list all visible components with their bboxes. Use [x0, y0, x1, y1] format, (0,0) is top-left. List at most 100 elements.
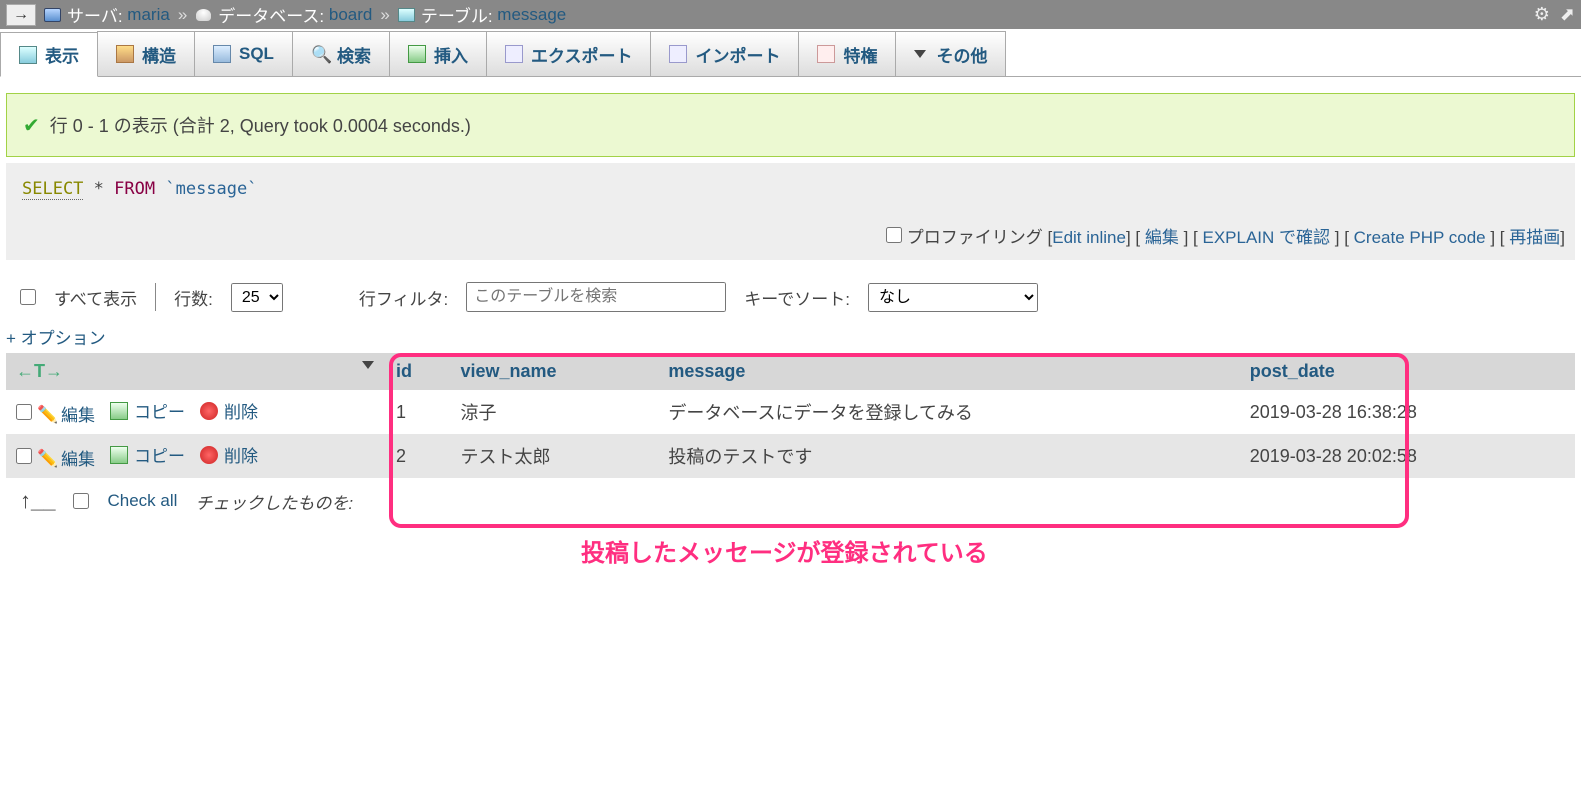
sql-star: *	[94, 179, 104, 199]
edit-inline-link[interactable]: Edit inline	[1052, 228, 1126, 247]
sql-action-bar: プロファイリング [Edit inline] [ 編集 ] [ EXPLAIN …	[6, 215, 1575, 260]
filter-input[interactable]	[466, 282, 726, 312]
rows-label: 行数:	[174, 285, 213, 310]
copy-row-link[interactable]: コピー	[110, 442, 185, 467]
close-icon[interactable]: ⬈	[1560, 4, 1575, 25]
delete-row-link[interactable]: 削除	[200, 442, 258, 467]
database-icon	[195, 8, 212, 22]
tab-label: その他	[936, 42, 987, 67]
tab-search[interactable]: 🔍 検索	[292, 31, 390, 76]
gear-icon[interactable]: ⚙	[1534, 4, 1550, 25]
sql-keyword-select: SELECT	[22, 179, 83, 200]
show-all-label: すべて表示	[54, 285, 137, 310]
arrow-up-left-icon: ↑__	[20, 488, 55, 514]
action-column-header: ←T→	[6, 353, 386, 390]
server-icon	[44, 8, 61, 22]
cell-message: 投稿のテストです	[658, 434, 1239, 478]
tab-import[interactable]: インポート	[650, 31, 799, 76]
breadcrumb-bar: → サーバ: maria » データベース: board » テーブル: mes…	[0, 0, 1581, 29]
sort-label: キーでソート:	[744, 285, 850, 310]
column-header-post-date[interactable]: post_date	[1240, 353, 1575, 390]
table-row: ✏️編集 コピー 削除 2 テスト太郎 投稿のテストです 2019-03-28 …	[6, 434, 1575, 478]
import-icon	[669, 45, 687, 63]
filter-label: 行フィルタ:	[359, 285, 448, 310]
privileges-icon	[817, 45, 835, 63]
sql-icon	[213, 45, 231, 63]
sql-keyword-from: FROM	[114, 179, 155, 199]
create-php-link[interactable]: Create PHP code	[1354, 228, 1486, 247]
options-link[interactable]: + オプション	[6, 329, 106, 348]
tab-label: エクスポート	[531, 42, 633, 67]
sort-select[interactable]: なし	[868, 283, 1038, 312]
chevron-down-icon[interactable]	[362, 361, 374, 369]
with-selected-label: チェックしたものを:	[195, 489, 353, 514]
browse-icon	[19, 46, 37, 64]
minus-circle-icon	[200, 402, 218, 420]
table-row: ✏️編集 コピー 削除 1 涼子 データベースにデータを登録してみる 2019-…	[6, 390, 1575, 434]
success-text: 行 0 - 1 の表示 (合計 2, Query took 0.0004 sec…	[50, 112, 471, 138]
profiling-label: プロファイリング	[907, 228, 1043, 247]
tab-label: 構造	[142, 42, 176, 67]
tab-insert[interactable]: 挿入	[389, 31, 487, 76]
show-all-checkbox[interactable]	[20, 289, 36, 305]
check-all-checkbox[interactable]	[73, 493, 89, 509]
nav-back-button[interactable]: →	[6, 4, 36, 26]
breadcrumb-server-label: サーバ:	[67, 2, 123, 27]
breadcrumb-server-link[interactable]: maria	[127, 5, 170, 25]
cell-id: 2	[386, 434, 450, 478]
tab-export[interactable]: エクスポート	[486, 31, 652, 76]
check-all-link[interactable]: Check all	[107, 491, 177, 511]
sql-identifier: `message`	[165, 179, 257, 199]
delete-row-link[interactable]: 削除	[200, 398, 258, 423]
tab-structure[interactable]: 構造	[97, 31, 195, 76]
footer-controls: ↑__ Check all チェックしたものを:	[6, 478, 1575, 524]
tab-browse[interactable]: 表示	[0, 32, 98, 77]
cell-post-date: 2019-03-28 16:38:28	[1240, 390, 1575, 434]
edit-row-link[interactable]: ✏️編集	[37, 401, 95, 426]
column-header-view-name[interactable]: view_name	[450, 353, 658, 390]
breadcrumb-table-label: テーブル:	[421, 2, 493, 27]
tab-label: 挿入	[434, 42, 468, 67]
copy-row-link[interactable]: コピー	[110, 398, 185, 423]
column-header-message[interactable]: message	[658, 353, 1239, 390]
pencil-icon: ✏️	[37, 449, 55, 467]
tab-more[interactable]: その他	[895, 31, 1006, 76]
redraw-link[interactable]: 再描画	[1509, 228, 1560, 247]
row-checkbox[interactable]	[16, 404, 32, 420]
copy-icon	[110, 402, 128, 420]
edit-link[interactable]: 編集	[1145, 228, 1179, 247]
profiling-checkbox[interactable]	[886, 227, 902, 243]
cell-view-name: テスト太郎	[450, 434, 658, 478]
minus-circle-icon	[200, 446, 218, 464]
search-icon: 🔍	[311, 45, 329, 63]
breadcrumb-db-link[interactable]: board	[329, 5, 372, 25]
success-message: ✔ 行 0 - 1 の表示 (合計 2, Query took 0.0004 s…	[6, 93, 1575, 157]
tab-label: 検索	[337, 42, 371, 67]
breadcrumb-table-link[interactable]: message	[497, 5, 566, 25]
explain-link[interactable]: EXPLAIN で確認	[1202, 228, 1330, 247]
export-icon	[505, 45, 523, 63]
check-icon: ✔	[23, 113, 40, 138]
insert-icon	[408, 45, 426, 63]
cell-id: 1	[386, 390, 450, 434]
tab-bar: 表示 構造 SQL 🔍 検索 挿入 エクスポート インポート 特権 その他	[0, 31, 1581, 77]
tab-label: SQL	[239, 44, 274, 64]
tab-label: 特権	[843, 42, 877, 67]
cell-message: データベースにデータを登録してみる	[658, 390, 1239, 434]
structure-icon	[116, 45, 134, 63]
tab-privileges[interactable]: 特権	[798, 31, 896, 76]
tab-sql[interactable]: SQL	[194, 31, 293, 76]
chevron-down-icon	[914, 50, 926, 58]
tab-label: 表示	[45, 42, 79, 67]
pencil-icon: ✏️	[37, 405, 55, 423]
row-checkbox[interactable]	[16, 448, 32, 464]
table-icon	[398, 8, 415, 22]
data-table: ←T→ id view_name message post_date ✏️編集 …	[6, 353, 1575, 478]
edit-row-link[interactable]: ✏️編集	[37, 445, 95, 470]
rows-select[interactable]: 25	[231, 283, 283, 312]
cell-view-name: 涼子	[450, 390, 658, 434]
column-header-id[interactable]: id	[386, 353, 450, 390]
annotation-text: 投稿したメッセージが登録されている	[581, 533, 988, 568]
breadcrumb: サーバ: maria » データベース: board » テーブル: messa…	[44, 2, 566, 27]
copy-icon	[110, 446, 128, 464]
